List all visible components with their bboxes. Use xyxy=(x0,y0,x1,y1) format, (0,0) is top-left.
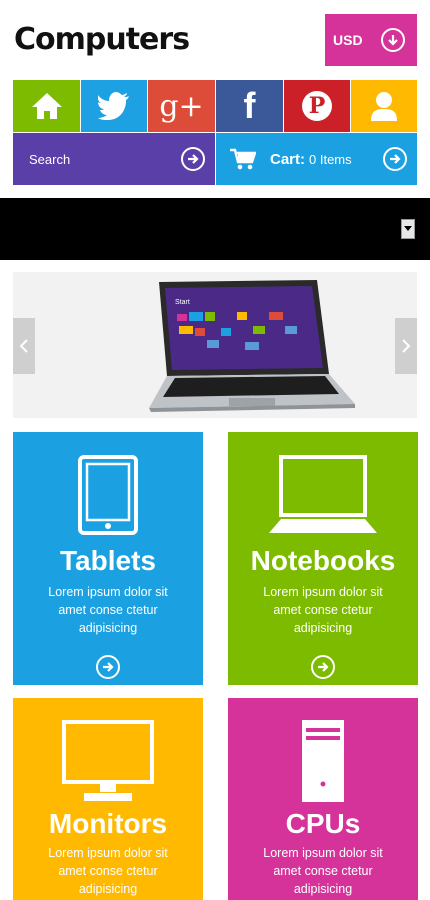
category-tile-tablets[interactable]: Tablets Lorem ipsum dolor sit amet conse… xyxy=(13,432,203,685)
category-tile-cpus[interactable]: CPUs Lorem ipsum dolor sit amet conse ct… xyxy=(228,698,418,900)
tile-title: Monitors xyxy=(48,808,168,839)
arrow-right-icon[interactable] xyxy=(311,655,335,679)
navigation-select[interactable] xyxy=(401,219,415,239)
slider-next-button[interactable] xyxy=(395,318,417,374)
tile-description: Lorem ipsum dolor sit amet conse ctetur … xyxy=(263,585,383,635)
arrow-right-icon xyxy=(383,147,407,171)
cart-label: Cart: xyxy=(270,150,306,168)
cart-bar[interactable]: Cart: 0 Items xyxy=(216,133,417,185)
google-plus-button[interactable]: g+ xyxy=(148,80,215,132)
cart-count: 0 Items xyxy=(309,151,352,167)
pinterest-button[interactable]: P xyxy=(284,80,350,132)
notebook-icon xyxy=(269,455,377,533)
currency-selector[interactable]: USD xyxy=(325,14,417,66)
tile-description: Lorem ipsum dolor sit amet conse ctetur … xyxy=(48,846,168,896)
search-bar[interactable]: Search xyxy=(13,133,215,185)
twitter-icon xyxy=(98,92,129,120)
category-tile-monitors[interactable]: Monitors Lorem ipsum dolor sit amet cons… xyxy=(13,698,203,900)
chevron-right-icon xyxy=(402,339,411,353)
user-icon xyxy=(371,92,397,121)
tile-title: Tablets xyxy=(60,545,156,576)
tile-description: Lorem ipsum dolor sit amet conse ctetur … xyxy=(48,585,168,635)
arrow-right-icon xyxy=(181,147,205,171)
home-icon xyxy=(31,93,62,119)
tile-description: Lorem ipsum dolor sit amet conse ctetur … xyxy=(263,846,383,896)
account-button[interactable] xyxy=(351,80,417,132)
chevron-left-icon xyxy=(19,339,28,353)
tile-title: Notebooks xyxy=(250,545,396,576)
product-slider: Start xyxy=(13,272,417,418)
tile-title: CPUs xyxy=(285,808,361,839)
twitter-button[interactable] xyxy=(81,80,147,132)
laptop-image: Start xyxy=(149,280,355,412)
monitor-icon xyxy=(62,720,154,801)
cpu-tower-icon xyxy=(302,720,344,802)
caret-down-icon xyxy=(404,226,412,231)
facebook-icon: f xyxy=(243,85,256,126)
arrow-down-icon xyxy=(381,28,405,52)
arrow-right-icon[interactable] xyxy=(96,655,120,679)
home-button[interactable] xyxy=(13,80,80,132)
currency-label: USD xyxy=(333,32,363,48)
search-label: Search xyxy=(29,151,71,167)
google-plus-icon: g+ xyxy=(159,88,204,124)
facebook-button[interactable]: f xyxy=(216,80,283,132)
cart-icon xyxy=(230,148,256,170)
site-logo[interactable]: Computers xyxy=(14,22,190,57)
category-tile-notebooks[interactable]: Notebooks Lorem ipsum dolor sit amet con… xyxy=(228,432,418,685)
laptop-screen-text: Start xyxy=(175,299,190,306)
slider-prev-button[interactable] xyxy=(13,318,35,374)
tablet-icon xyxy=(78,455,138,535)
navigation-bar xyxy=(0,198,430,260)
pinterest-icon: P xyxy=(302,91,332,121)
